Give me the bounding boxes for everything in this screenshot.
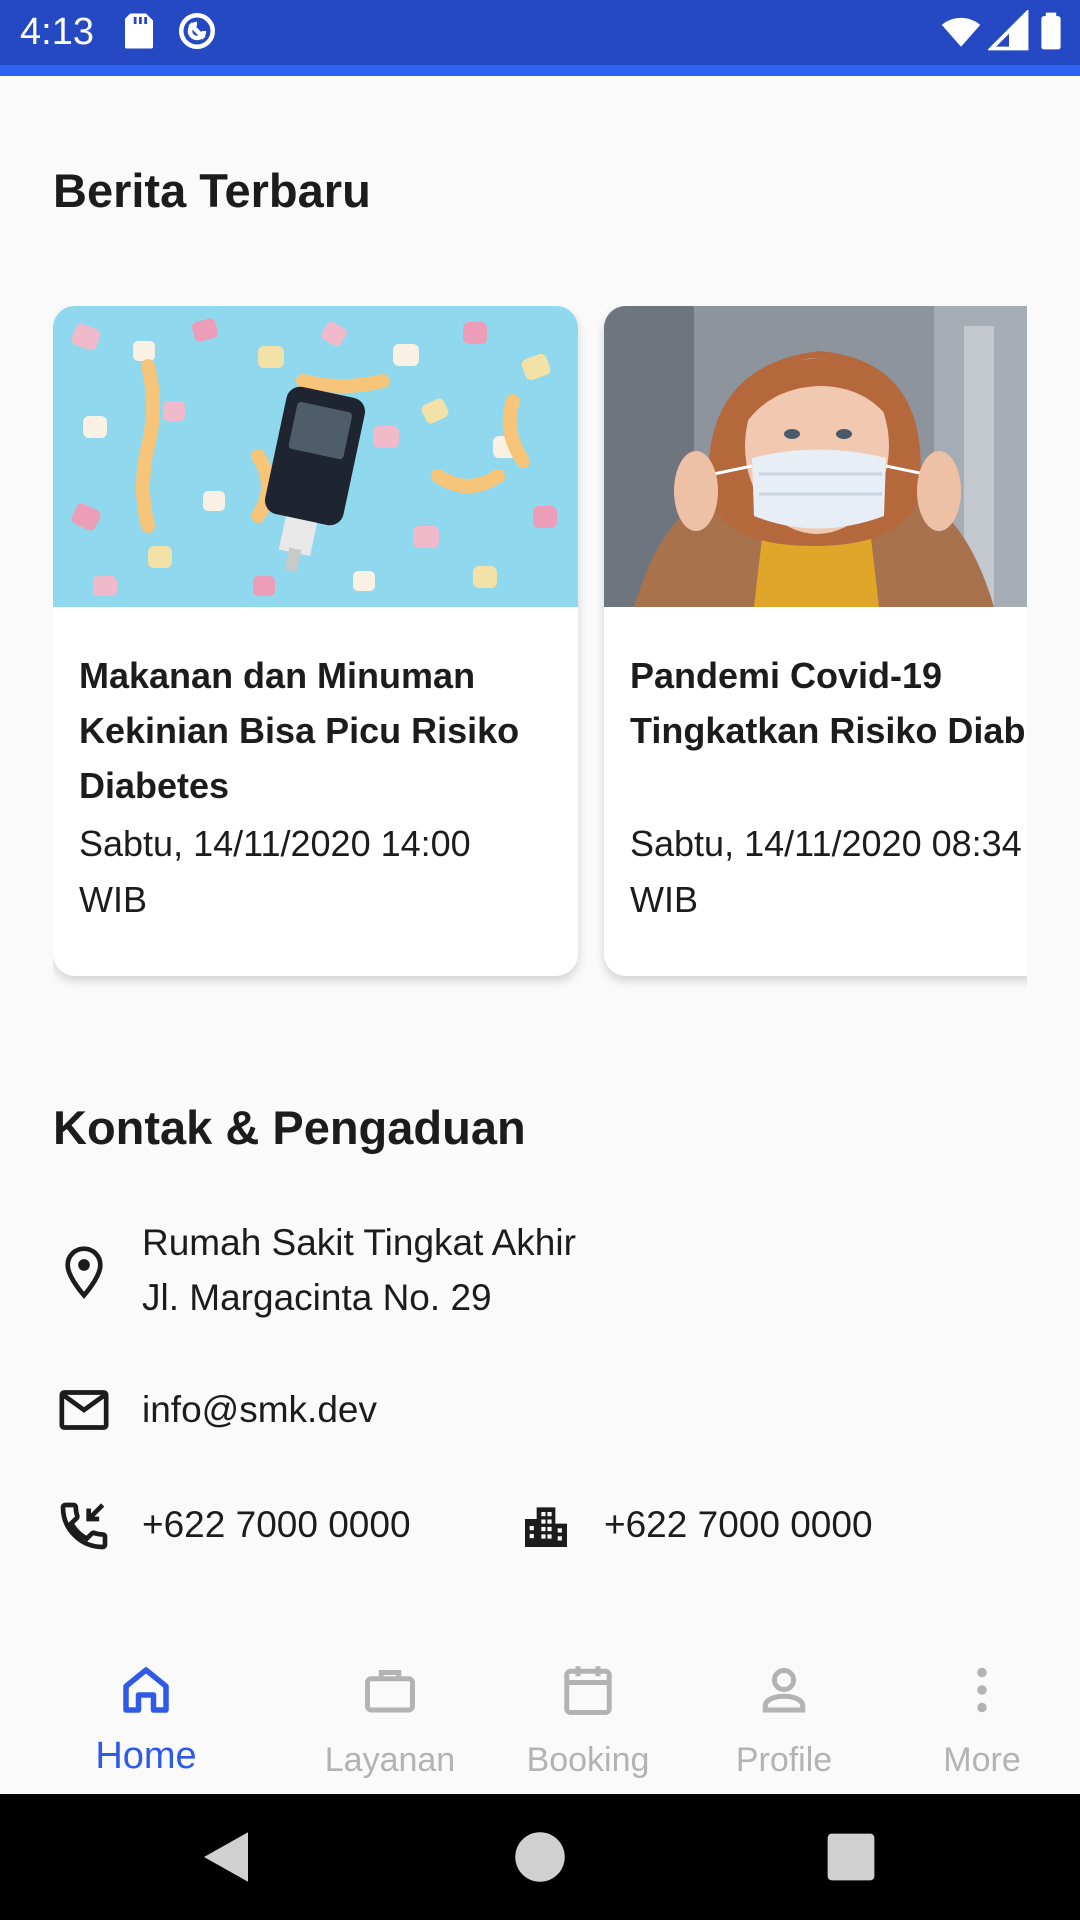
nav-item-label: Booking — [526, 1741, 650, 1779]
woman-wearing-mask-image — [604, 306, 1027, 607]
glucose-meter-marshmallows-image — [53, 306, 578, 607]
news-card-image — [604, 306, 1027, 607]
nav-item-label: Layanan — [324, 1741, 456, 1779]
app-screen: 4:13 Berita Terbaru Makanan dan Minuman … — [0, 0, 1080, 1920]
news-track: Makanan dan Minuman Kekinian Bisa Picu R… — [53, 306, 1027, 996]
sd-card-icon — [125, 13, 153, 49]
building-icon — [525, 1507, 567, 1547]
news-section-title: Berita Terbaru — [53, 164, 371, 217]
news-card-title: Makanan dan Minuman Kekinian Bisa Picu R… — [79, 655, 520, 806]
nav-item-home[interactable]: Home — [48, 1640, 244, 1794]
nav-item-label: Profile — [735, 1741, 833, 1779]
bottom-navigation: Home Layanan Booking Profile More — [0, 1640, 1080, 1794]
nav-item-profile[interactable]: Profile — [686, 1640, 882, 1794]
status-time: 4:13 — [20, 11, 94, 53]
back-icon[interactable] — [193, 1824, 259, 1890]
news-card-image — [53, 306, 578, 607]
location-pin-icon — [65, 1246, 103, 1299]
news-carousel[interactable]: Makanan dan Minuman Kekinian Bisa Picu R… — [53, 306, 1027, 996]
news-card-title: Pandemi Covid-19 Tingkatkan Risiko Diabe… — [630, 655, 1027, 751]
nav-item-booking[interactable]: Booking — [490, 1640, 686, 1794]
system-navigation-bar — [0, 1794, 1080, 1920]
contact-phone-link[interactable]: +622 7000 0000 — [142, 1497, 411, 1553]
person-icon — [762, 1667, 806, 1713]
wifi-icon — [941, 17, 981, 47]
battery-icon — [1041, 12, 1061, 50]
briefcase-icon — [365, 1670, 415, 1713]
calendar-icon — [564, 1666, 612, 1715]
home-icon — [123, 1667, 169, 1713]
nav-item-label: More — [943, 1741, 1021, 1779]
news-card-date: Sabtu, 14/11/2020 14:00 WIB — [79, 823, 471, 920]
nav-item-more[interactable]: More — [884, 1640, 1080, 1794]
mail-icon — [59, 1390, 109, 1430]
news-card[interactable]: Pandemi Covid-19 Tingkatkan Risiko Diabe… — [604, 306, 1027, 976]
recents-square-icon[interactable] — [818, 1824, 884, 1890]
contact-office-phone-link[interactable]: +622 7000 0000 — [604, 1497, 873, 1553]
signal-icon — [988, 10, 1029, 51]
contact-address-line1: Rumah Sakit Tingkat Akhir — [142, 1222, 576, 1263]
contact-email-link[interactable]: info@smk.dev — [142, 1382, 377, 1438]
nav-item-layanan[interactable]: Layanan — [292, 1640, 488, 1794]
nav-item-label: Home — [95, 1735, 197, 1777]
contact-section-title: Kontak & Pengaduan — [53, 1101, 526, 1154]
contact-address-line2: Jl. Margacinta No. 29 — [142, 1277, 492, 1318]
more-vertical-icon — [977, 1667, 987, 1713]
phone-incoming-icon — [60, 1502, 108, 1550]
status-bar: 4:13 — [0, 0, 1080, 76]
at-sign-icon — [178, 12, 216, 50]
news-card[interactable]: Makanan dan Minuman Kekinian Bisa Picu R… — [53, 306, 578, 976]
news-card-date: Sabtu, 14/11/2020 08:34 WIB — [630, 823, 1022, 920]
home-circle-icon[interactable] — [507, 1824, 573, 1890]
